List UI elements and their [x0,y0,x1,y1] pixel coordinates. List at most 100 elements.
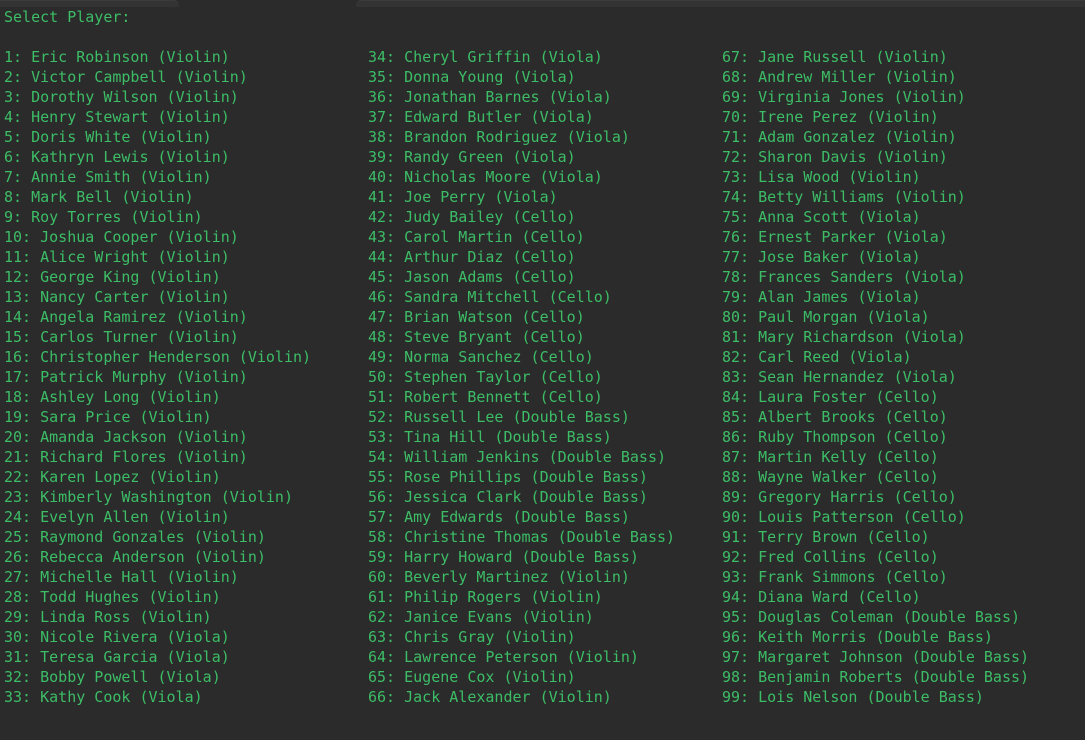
player-list-item[interactable]: 19: Sara Price (Violin) [4,407,364,427]
player-list-item[interactable]: 6: Kathryn Lewis (Violin) [4,147,364,167]
player-list-item[interactable]: 14: Angela Ramirez (Violin) [4,307,364,327]
player-list-item[interactable]: 50: Stephen Taylor (Cello) [368,367,720,387]
player-list-item[interactable]: 99: Lois Nelson (Double Bass) [722,687,1082,707]
player-list-item[interactable]: 73: Lisa Wood (Violin) [722,167,1082,187]
player-list-item[interactable]: 69: Virginia Jones (Violin) [722,87,1082,107]
player-list-item[interactable]: 44: Arthur Diaz (Cello) [368,247,720,267]
player-list-item[interactable]: 49: Norma Sanchez (Cello) [368,347,720,367]
player-list-item[interactable]: 81: Mary Richardson (Viola) [722,327,1082,347]
player-list-item[interactable]: 33: Kathy Cook (Viola) [4,687,364,707]
player-list-item[interactable]: 82: Carl Reed (Viola) [722,347,1082,367]
player-list-item[interactable]: 36: Jonathan Barnes (Viola) [368,87,720,107]
player-list-item[interactable]: 45: Jason Adams (Cello) [368,267,720,287]
terminal-output[interactable]: Select Player: 1: Eric Robinson (Violin)… [0,7,1085,740]
player-list-item[interactable]: 63: Chris Gray (Violin) [368,627,720,647]
player-list-item[interactable]: 59: Harry Howard (Double Bass) [368,547,720,567]
player-list-item[interactable]: 41: Joe Perry (Viola) [368,187,720,207]
player-list-item[interactable]: 42: Judy Bailey (Cello) [368,207,720,227]
player-list-item[interactable]: 92: Fred Collins (Cello) [722,547,1082,567]
player-list-item[interactable]: 53: Tina Hill (Double Bass) [368,427,720,447]
player-list-item[interactable]: 96: Keith Morris (Double Bass) [722,627,1082,647]
player-list-item[interactable]: 76: Ernest Parker (Viola) [722,227,1082,247]
tab-stub-left[interactable] [0,0,179,7]
player-list-item[interactable]: 26: Rebecca Anderson (Violin) [4,547,364,567]
player-list-item[interactable]: 43: Carol Martin (Cello) [368,227,720,247]
player-list-item[interactable]: 65: Eugene Cox (Violin) [368,667,720,687]
player-list-item[interactable]: 34: Cheryl Griffin (Viola) [368,47,720,67]
player-list-item[interactable]: 64: Lawrence Peterson (Violin) [368,647,720,667]
player-list-item[interactable]: 16: Christopher Henderson (Violin) [4,347,364,367]
player-list-item[interactable]: 32: Bobby Powell (Viola) [4,667,364,687]
player-list-item[interactable]: 24: Evelyn Allen (Violin) [4,507,364,527]
player-list-item[interactable]: 54: William Jenkins (Double Bass) [368,447,720,467]
player-list-item[interactable]: 47: Brian Watson (Cello) [368,307,720,327]
player-list-item[interactable]: 80: Paul Morgan (Viola) [722,307,1082,327]
player-list-item[interactable]: 74: Betty Williams (Violin) [722,187,1082,207]
player-list-item[interactable]: 3: Dorothy Wilson (Violin) [4,87,364,107]
player-list-item[interactable]: 97: Margaret Johnson (Double Bass) [722,647,1082,667]
player-list-item[interactable]: 98: Benjamin Roberts (Double Bass) [722,667,1082,687]
player-list-item[interactable]: 27: Michelle Hall (Violin) [4,567,364,587]
player-list-item[interactable]: 91: Terry Brown (Cello) [722,527,1082,547]
player-list-item[interactable]: 95: Douglas Coleman (Double Bass) [722,607,1082,627]
player-list-item[interactable]: 35: Donna Young (Viola) [368,67,720,87]
tab-stub-right[interactable] [356,0,1085,7]
player-list-item[interactable]: 4: Henry Stewart (Violin) [4,107,364,127]
player-list-item[interactable]: 2: Victor Campbell (Violin) [4,67,364,87]
player-list-item[interactable]: 15: Carlos Turner (Violin) [4,327,364,347]
player-list-item[interactable]: 58: Christine Thomas (Double Bass) [368,527,720,547]
player-list-item[interactable]: 77: Jose Baker (Viola) [722,247,1082,267]
player-list-item[interactable]: 38: Brandon Rodriguez (Viola) [368,127,720,147]
player-list-item[interactable]: 90: Louis Patterson (Cello) [722,507,1082,527]
player-list-item[interactable]: 83: Sean Hernandez (Viola) [722,367,1082,387]
player-list-item[interactable]: 31: Teresa Garcia (Viola) [4,647,364,667]
player-list-item[interactable]: 84: Laura Foster (Cello) [722,387,1082,407]
player-list-item[interactable]: 17: Patrick Murphy (Violin) [4,367,364,387]
player-list-item[interactable]: 66: Jack Alexander (Violin) [368,687,720,707]
player-list-item[interactable]: 10: Joshua Cooper (Violin) [4,227,364,247]
player-list-item[interactable]: 29: Linda Ross (Violin) [4,607,364,627]
player-list-item[interactable]: 51: Robert Bennett (Cello) [368,387,720,407]
player-list-item[interactable]: 30: Nicole Rivera (Viola) [4,627,364,647]
player-list-item[interactable]: 39: Randy Green (Viola) [368,147,720,167]
player-list-item[interactable]: 61: Philip Rogers (Violin) [368,587,720,607]
player-list-item[interactable]: 93: Frank Simmons (Cello) [722,567,1082,587]
player-list-item[interactable]: 48: Steve Bryant (Cello) [368,327,720,347]
player-list-item[interactable]: 46: Sandra Mitchell (Cello) [368,287,720,307]
player-list-item[interactable]: 88: Wayne Walker (Cello) [722,467,1082,487]
player-list-item[interactable]: 71: Adam Gonzalez (Violin) [722,127,1082,147]
player-list-item[interactable]: 86: Ruby Thompson (Cello) [722,427,1082,447]
player-list-item[interactable]: 20: Amanda Jackson (Violin) [4,427,364,447]
player-list-item[interactable]: 11: Alice Wright (Violin) [4,247,364,267]
player-list-item[interactable]: 40: Nicholas Moore (Viola) [368,167,720,187]
player-list-item[interactable]: 25: Raymond Gonzales (Violin) [4,527,364,547]
player-list-item[interactable]: 62: Janice Evans (Violin) [368,607,720,627]
player-list-item[interactable]: 1: Eric Robinson (Violin) [4,47,364,67]
player-list-item[interactable]: 8: Mark Bell (Violin) [4,187,364,207]
player-list-item[interactable]: 67: Jane Russell (Violin) [722,47,1082,67]
player-list-item[interactable]: 72: Sharon Davis (Violin) [722,147,1082,167]
player-list-item[interactable]: 70: Irene Perez (Violin) [722,107,1082,127]
player-list-item[interactable]: 21: Richard Flores (Violin) [4,447,364,467]
player-list-item[interactable]: 5: Doris White (Violin) [4,127,364,147]
player-list-item[interactable]: 78: Frances Sanders (Viola) [722,267,1082,287]
player-list-item[interactable]: 9: Roy Torres (Violin) [4,207,364,227]
player-list-item[interactable]: 52: Russell Lee (Double Bass) [368,407,720,427]
player-list-item[interactable]: 79: Alan James (Viola) [722,287,1082,307]
player-list-item[interactable]: 7: Annie Smith (Violin) [4,167,364,187]
player-list-item[interactable]: 94: Diana Ward (Cello) [722,587,1082,607]
player-list-item[interactable]: 18: Ashley Long (Violin) [4,387,364,407]
player-list-item[interactable]: 85: Albert Brooks (Cello) [722,407,1082,427]
player-list-item[interactable]: 89: Gregory Harris (Cello) [722,487,1082,507]
player-list-item[interactable]: 13: Nancy Carter (Violin) [4,287,364,307]
player-list-item[interactable]: 28: Todd Hughes (Violin) [4,587,364,607]
player-list-item[interactable]: 12: George King (Violin) [4,267,364,287]
player-list-item[interactable]: 57: Amy Edwards (Double Bass) [368,507,720,527]
player-list-item[interactable]: 23: Kimberly Washington (Violin) [4,487,364,507]
player-list-item[interactable]: 56: Jessica Clark (Double Bass) [368,487,720,507]
player-list-item[interactable]: 55: Rose Phillips (Double Bass) [368,467,720,487]
player-list-item[interactable]: 87: Martin Kelly (Cello) [722,447,1082,467]
player-list-item[interactable]: 22: Karen Lopez (Violin) [4,467,364,487]
player-list-item[interactable]: 75: Anna Scott (Viola) [722,207,1082,227]
player-list-item[interactable]: 68: Andrew Miller (Violin) [722,67,1082,87]
